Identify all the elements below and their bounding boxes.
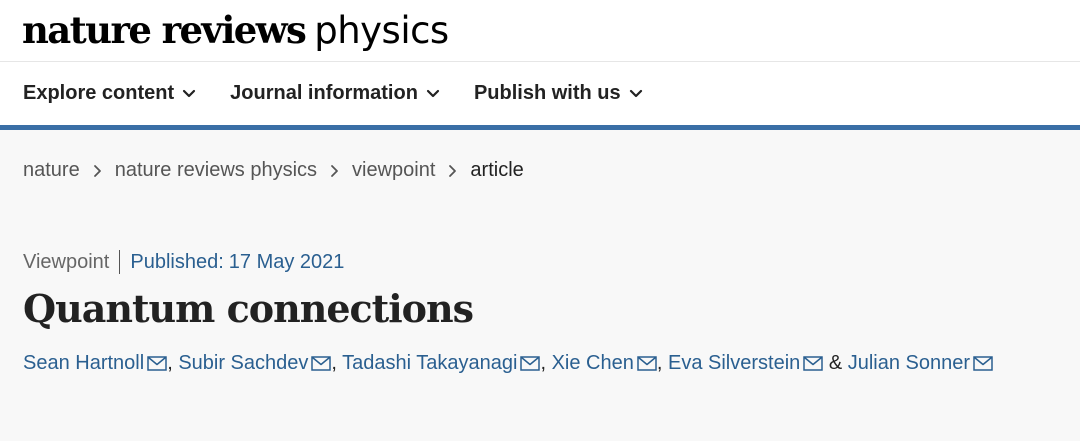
mail-icon[interactable]: [311, 348, 332, 383]
author-separator: ,: [656, 351, 668, 374]
author-link[interactable]: Julian Sonner: [848, 352, 993, 374]
site-header: nature reviews physics: [0, 0, 1080, 62]
article-header: nature nature reviews physics viewpoint …: [0, 130, 1080, 441]
author-list: Sean Hartnoll, Subir Sachdev, Tadashi Ta…: [23, 346, 1033, 383]
mail-icon[interactable]: [520, 348, 541, 383]
author-name: Eva Silverstein: [668, 351, 801, 374]
main-nav: Explore content Journal information Publ…: [0, 62, 1080, 130]
chevron-right-icon: [93, 164, 102, 178]
author-separator: ,: [331, 351, 343, 374]
author-link[interactable]: Subir Sachdev: [178, 351, 332, 374]
author-separator: ,: [540, 351, 552, 374]
breadcrumb-viewpoint[interactable]: viewpoint: [352, 159, 435, 182]
chevron-down-icon: [182, 89, 196, 99]
meta-divider: [119, 250, 121, 274]
chevron-right-icon: [330, 164, 339, 178]
journal-name: nature reviews: [22, 8, 307, 52]
published-date: 17 May 2021: [228, 250, 345, 273]
mail-icon[interactable]: [973, 348, 993, 383]
author-name: Subir Sachdev: [178, 351, 309, 374]
breadcrumb: nature nature reviews physics viewpoint …: [23, 130, 1080, 182]
author-link[interactable]: Tadashi Takayanagi: [342, 351, 541, 374]
nav-journal-information[interactable]: Journal information: [230, 82, 440, 105]
published-label: Published:: [130, 250, 224, 273]
nav-item-label: Publish with us: [473, 82, 621, 104]
author-separator: &: [823, 351, 848, 374]
mail-icon[interactable]: [637, 348, 657, 383]
nav-item-label: Explore content: [23, 82, 175, 104]
journal-subject: physics: [314, 9, 449, 52]
chevron-down-icon: [629, 89, 643, 99]
mail-icon[interactable]: [147, 348, 167, 383]
author-name: Julian Sonner: [847, 351, 971, 374]
article-meta: Viewpoint Published: 17 May 2021: [23, 250, 1080, 274]
author-link[interactable]: Xie Chen: [552, 352, 657, 374]
article-type: Viewpoint: [23, 250, 110, 273]
breadcrumb-article: article: [470, 159, 524, 181]
mail-icon[interactable]: [803, 348, 824, 383]
author-link[interactable]: Eva Silverstein: [668, 351, 824, 374]
author-name: Sean Hartnoll: [23, 351, 145, 374]
journal-logo[interactable]: nature reviews physics: [22, 8, 449, 52]
chevron-right-icon: [448, 164, 457, 178]
nav-explore-content[interactable]: Explore content: [23, 82, 196, 105]
chevron-down-icon: [426, 89, 440, 99]
nav-item-label: Journal information: [230, 82, 418, 104]
author-name: Tadashi Takayanagi: [342, 351, 518, 374]
author-link[interactable]: Sean Hartnoll: [23, 352, 167, 374]
nav-publish-with-us[interactable]: Publish with us: [474, 82, 643, 105]
breadcrumb-journal[interactable]: nature reviews physics: [115, 159, 317, 182]
author-separator: ,: [167, 351, 179, 374]
author-name: Xie Chen: [551, 351, 634, 374]
breadcrumb-nature[interactable]: nature: [23, 159, 80, 182]
article-title: Quantum connections: [23, 286, 474, 331]
